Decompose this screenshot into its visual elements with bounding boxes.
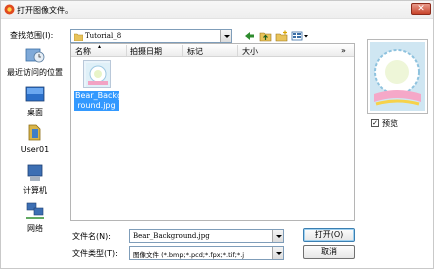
image-thumbnail <box>82 60 111 88</box>
chevron-down-icon[interactable] <box>220 30 231 42</box>
preview-checkbox[interactable]: ✓ <box>371 119 379 127</box>
sort-ascending-icon: ▴ <box>98 43 102 50</box>
cancel-button[interactable]: 取消 <box>303 245 355 259</box>
filetype-value: 图像文件 (*.bmp;*.pcd;*.fpx;*.tif;*.j <box>133 251 245 259</box>
app-icon <box>4 4 15 15</box>
filename-value: Bear_Background.jpg <box>133 232 210 240</box>
place-computer[interactable]: 计算机 <box>6 163 64 195</box>
window-title: 打开图像文件。 <box>17 6 73 15</box>
image-thumbnail-art <box>85 63 110 87</box>
folder-icon <box>74 33 83 41</box>
recent-places-icon <box>25 48 45 63</box>
back-arrow-icon[interactable] <box>243 30 256 42</box>
column-size[interactable]: 大小 <box>242 46 258 57</box>
place-computer-label: 计算机 <box>23 186 47 195</box>
more-columns-icon[interactable]: » <box>341 46 346 55</box>
column-date-taken[interactable]: 拍摄日期 <box>130 46 162 57</box>
place-recent-label: 最近访问的位置 <box>7 68 63 77</box>
desktop-icon <box>25 86 45 102</box>
preview-pane <box>367 39 428 114</box>
computer-icon <box>27 164 43 181</box>
column-header: 名称 ▴ 拍摄日期 标记 大小 » <box>71 43 354 57</box>
view-menu-icon[interactable] <box>291 30 309 42</box>
file-list[interactable]: 名称 ▴ 拍摄日期 标记 大小 » Bear_Backg round.jpg <box>70 43 355 221</box>
place-user[interactable]: User01 <box>6 122 64 154</box>
filetype-label: 文件类型(T): <box>72 249 118 258</box>
preview-checkbox-label: 预览 <box>382 119 398 128</box>
filename-field[interactable]: Bear_Background.jpg <box>129 229 284 243</box>
lookin-label: 查找范围(I): <box>10 31 54 40</box>
place-desktop-label: 桌面 <box>27 108 43 117</box>
file-name: Bear_Backg round.jpg <box>74 91 123 111</box>
close-button[interactable]: ✕ <box>411 3 431 15</box>
checkmark-icon: ✓ <box>372 119 378 127</box>
lookin-combo[interactable]: Tutorial_8 <box>70 29 232 43</box>
title-bar: 打开图像文件。 ✕ <box>1 1 433 19</box>
preview-image <box>370 42 425 111</box>
column-name[interactable]: 名称 <box>75 46 91 57</box>
chevron-down-icon[interactable] <box>272 230 283 242</box>
up-folder-icon[interactable] <box>259 30 272 42</box>
place-user-label: User01 <box>20 145 50 154</box>
lookin-value: Tutorial_8 <box>85 32 122 40</box>
close-icon: ✕ <box>417 4 425 14</box>
place-desktop[interactable]: 桌面 <box>6 85 64 117</box>
new-folder-icon[interactable] <box>275 30 288 42</box>
place-network-label: 网络 <box>27 224 43 233</box>
user-folder-icon <box>28 124 41 141</box>
filename-label: 文件名(N): <box>72 232 111 241</box>
chevron-down-icon[interactable] <box>272 247 283 259</box>
network-icon <box>26 202 44 219</box>
open-button[interactable]: 打开(O) <box>303 228 355 242</box>
filetype-select[interactable]: 图像文件 (*.bmp;*.pcd;*.fpx;*.tif;*.j <box>129 246 284 260</box>
list-item[interactable]: Bear_Backg round.jpg <box>74 60 123 111</box>
place-recent[interactable]: 最近访问的位置 <box>6 45 64 77</box>
places-bar: 最近访问的位置 桌面 User01 计算机 网络 <box>6 45 64 245</box>
column-tags[interactable]: 标记 <box>187 46 203 57</box>
open-image-dialog: 打开图像文件。 ✕ 查找范围(I): Tutorial_8 最近访问的位置 桌面… <box>0 0 434 269</box>
place-network[interactable]: 网络 <box>6 201 64 233</box>
